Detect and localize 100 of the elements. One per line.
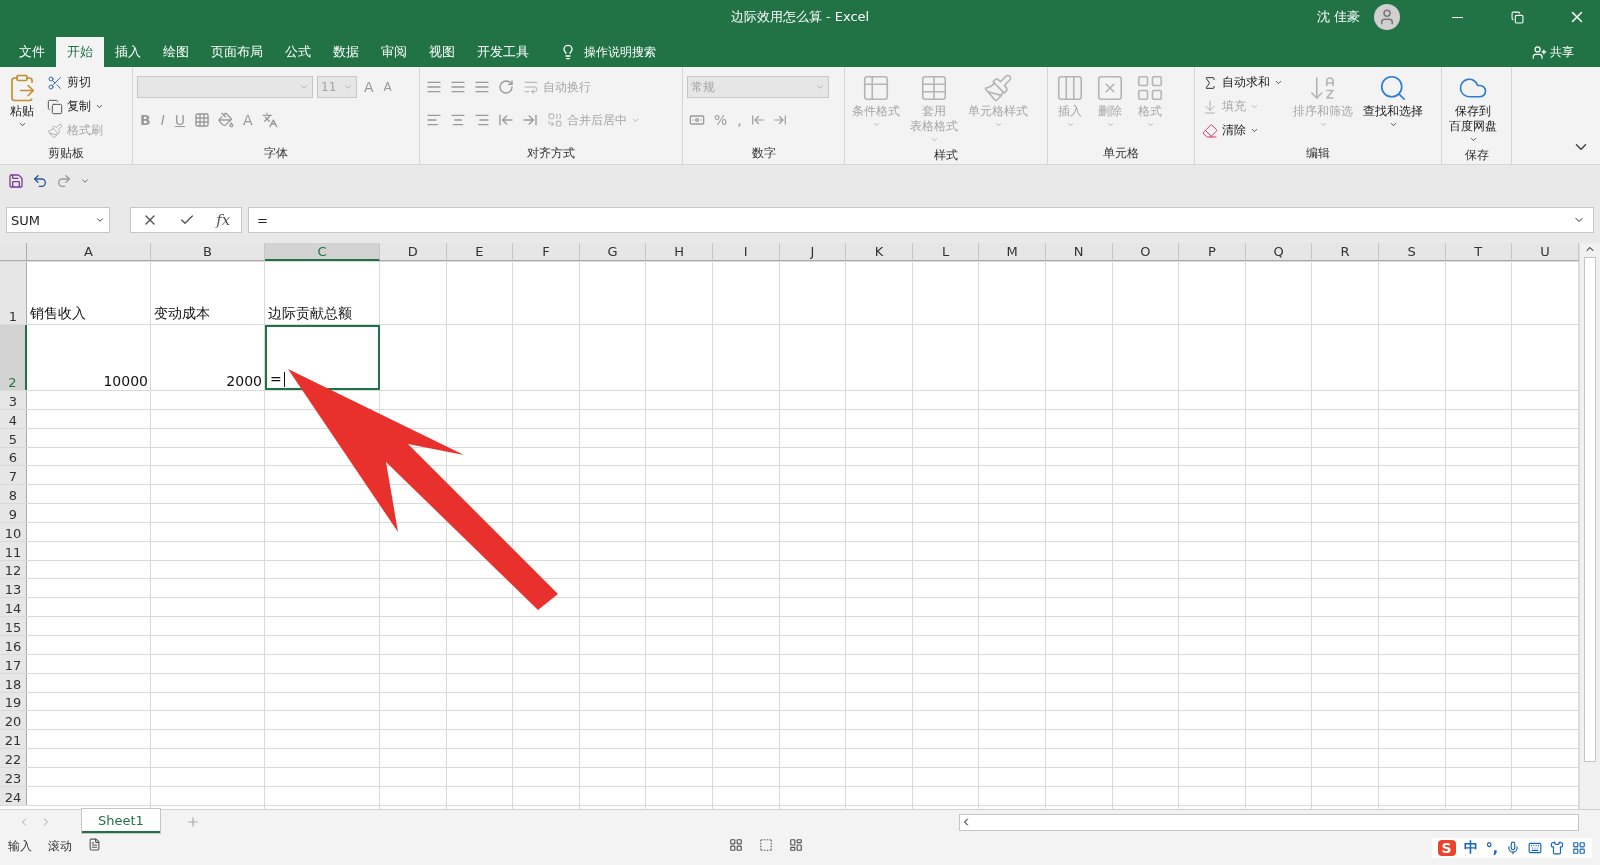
ribbon-icon — [1378, 73, 1408, 103]
ribbon-button[interactable]: 保存到 百度网盘 — [1446, 71, 1500, 146]
group-label: 对齐方式 — [527, 145, 575, 162]
ribbon-tab[interactable]: 数据 — [322, 37, 370, 67]
sheet-tab[interactable]: Sheet1 — [82, 809, 160, 833]
ribbon-tab[interactable]: 开始 — [56, 37, 104, 67]
shirt-icon[interactable] — [1550, 841, 1564, 855]
undo-icon[interactable] — [32, 173, 48, 189]
page-break-icon[interactable] — [789, 838, 804, 852]
group-label: 单元格 — [1103, 145, 1139, 162]
add-sheet-icon[interactable] — [185, 815, 200, 829]
column-header[interactable]: S — [1378, 243, 1446, 261]
column-header[interactable]: I — [712, 243, 780, 261]
row-header[interactable]: 8 — [0, 485, 27, 504]
table-cell-text: 10000 — [102, 372, 149, 390]
column-header[interactable]: O — [1112, 243, 1180, 261]
ribbon-tab[interactable]: 绘图 — [152, 37, 200, 67]
ribbon-icon — [1055, 73, 1085, 103]
table-cell-text: 边际贡献总额 — [267, 304, 353, 323]
row-header[interactable]: 7 — [0, 466, 27, 485]
horizontal-scrollbar[interactable] — [959, 813, 1579, 831]
caret-icon — [1105, 120, 1115, 129]
column-header[interactable]: R — [1312, 243, 1379, 261]
ribbon-button[interactable]: 清除 — [1199, 119, 1286, 142]
column-header[interactable]: Q — [1245, 243, 1313, 261]
ribbon-tab[interactable]: 文件 — [8, 37, 56, 67]
window-title: 边际效用怎么算 - Excel — [730, 8, 870, 26]
redo-icon[interactable] — [56, 173, 72, 189]
caret-icon — [993, 120, 1003, 129]
name-box[interactable]: SUM — [6, 207, 110, 233]
column-header[interactable]: U — [1512, 243, 1579, 261]
column-header[interactable]: N — [1045, 243, 1113, 261]
column-header[interactable]: D — [380, 243, 447, 261]
row-header[interactable]: 21 — [0, 730, 27, 749]
ribbon-tab[interactable]: 开发工具 — [466, 37, 540, 67]
ribbon-icon — [1202, 98, 1218, 115]
row-header[interactable]: 2 — [0, 325, 27, 390]
row-header[interactable]: 13 — [0, 579, 27, 598]
table-cell[interactable]: = — [265, 325, 380, 390]
user-name: 沈 佳豪 — [1316, 8, 1360, 26]
customize-icon[interactable] — [80, 176, 90, 186]
column-header[interactable]: L — [912, 243, 980, 261]
caret-icon — [299, 82, 309, 92]
row-header[interactable]: 22 — [0, 749, 27, 767]
microphone-icon[interactable] — [1506, 841, 1520, 855]
row-header[interactable]: 20 — [0, 711, 27, 730]
column-header[interactable]: G — [579, 243, 647, 261]
column-header[interactable]: M — [979, 243, 1046, 261]
ribbon-tab[interactable]: 页面布局 — [200, 37, 274, 67]
row-header[interactable]: 9 — [0, 504, 27, 522]
column-header[interactable]: J — [779, 243, 847, 261]
avatar-icon[interactable] — [1374, 4, 1400, 30]
lightbulb-icon — [560, 44, 576, 60]
row-header[interactable]: 1 — [0, 262, 27, 324]
tell-me-search[interactable]: 操作说明搜索 — [554, 37, 662, 67]
ribbon-tab[interactable]: 审阅 — [370, 37, 418, 67]
share-button[interactable]: 共享 — [1526, 37, 1580, 67]
caret-icon — [343, 82, 353, 92]
column-header[interactable]: H — [646, 243, 713, 261]
font-name-field[interactable] — [137, 76, 313, 98]
ribbon-tab[interactable]: 视图 — [418, 37, 466, 67]
save-icon[interactable] — [8, 173, 24, 189]
keyboard-icon[interactable] — [1528, 841, 1542, 855]
caret-icon — [17, 120, 27, 129]
select-all-button[interactable] — [0, 243, 27, 261]
row-header[interactable]: 3 — [0, 391, 27, 409]
column-header[interactable]: K — [846, 243, 913, 261]
insert-function-button[interactable]: fx — [216, 211, 231, 229]
column-header[interactable]: T — [1445, 243, 1513, 261]
column-header[interactable]: F — [513, 243, 580, 261]
ribbon-button[interactable]: 粘贴 — [4, 71, 40, 144]
column-header[interactable]: B — [151, 243, 265, 261]
formula-field[interactable]: = — [248, 207, 1594, 233]
ribbon-button[interactable]: 剪切 — [44, 71, 107, 94]
row-header[interactable]: 14 — [0, 598, 27, 617]
column-header[interactable]: P — [1179, 243, 1246, 261]
page-layout-icon[interactable] — [759, 838, 774, 852]
ribbon-tab[interactable]: 公式 — [274, 37, 322, 67]
group-label: 剪贴板 — [48, 145, 84, 162]
group-label: 字体 — [264, 145, 288, 162]
ribbon-button[interactable]: 查找和选择 — [1360, 71, 1426, 144]
grid-icon[interactable] — [1572, 841, 1586, 855]
column-header[interactable]: E — [446, 243, 514, 261]
column-header[interactable]: A — [27, 243, 151, 261]
ribbon-button[interactable]: 复制 — [44, 95, 107, 118]
vertical-scrollbar[interactable] — [1579, 243, 1600, 809]
ribbon-icon — [47, 74, 63, 91]
normal-view-icon[interactable] — [729, 838, 744, 852]
caret-icon — [1468, 135, 1478, 144]
ime-toolbar[interactable]: S 中 °, — [1431, 838, 1592, 858]
ribbon-button[interactable]: 自动求和 — [1199, 71, 1286, 94]
macro-icon[interactable] — [88, 838, 101, 851]
caret-icon — [871, 120, 881, 129]
ime-logo[interactable]: S — [1437, 840, 1456, 856]
caret-icon — [1388, 120, 1398, 129]
row-header[interactable]: 15 — [0, 617, 27, 635]
ime-punctuation[interactable]: °, — [1485, 840, 1498, 856]
ribbon-tab[interactable]: 插入 — [104, 37, 152, 67]
ime-language[interactable]: 中 — [1463, 839, 1478, 857]
column-header[interactable]: C — [265, 243, 380, 261]
